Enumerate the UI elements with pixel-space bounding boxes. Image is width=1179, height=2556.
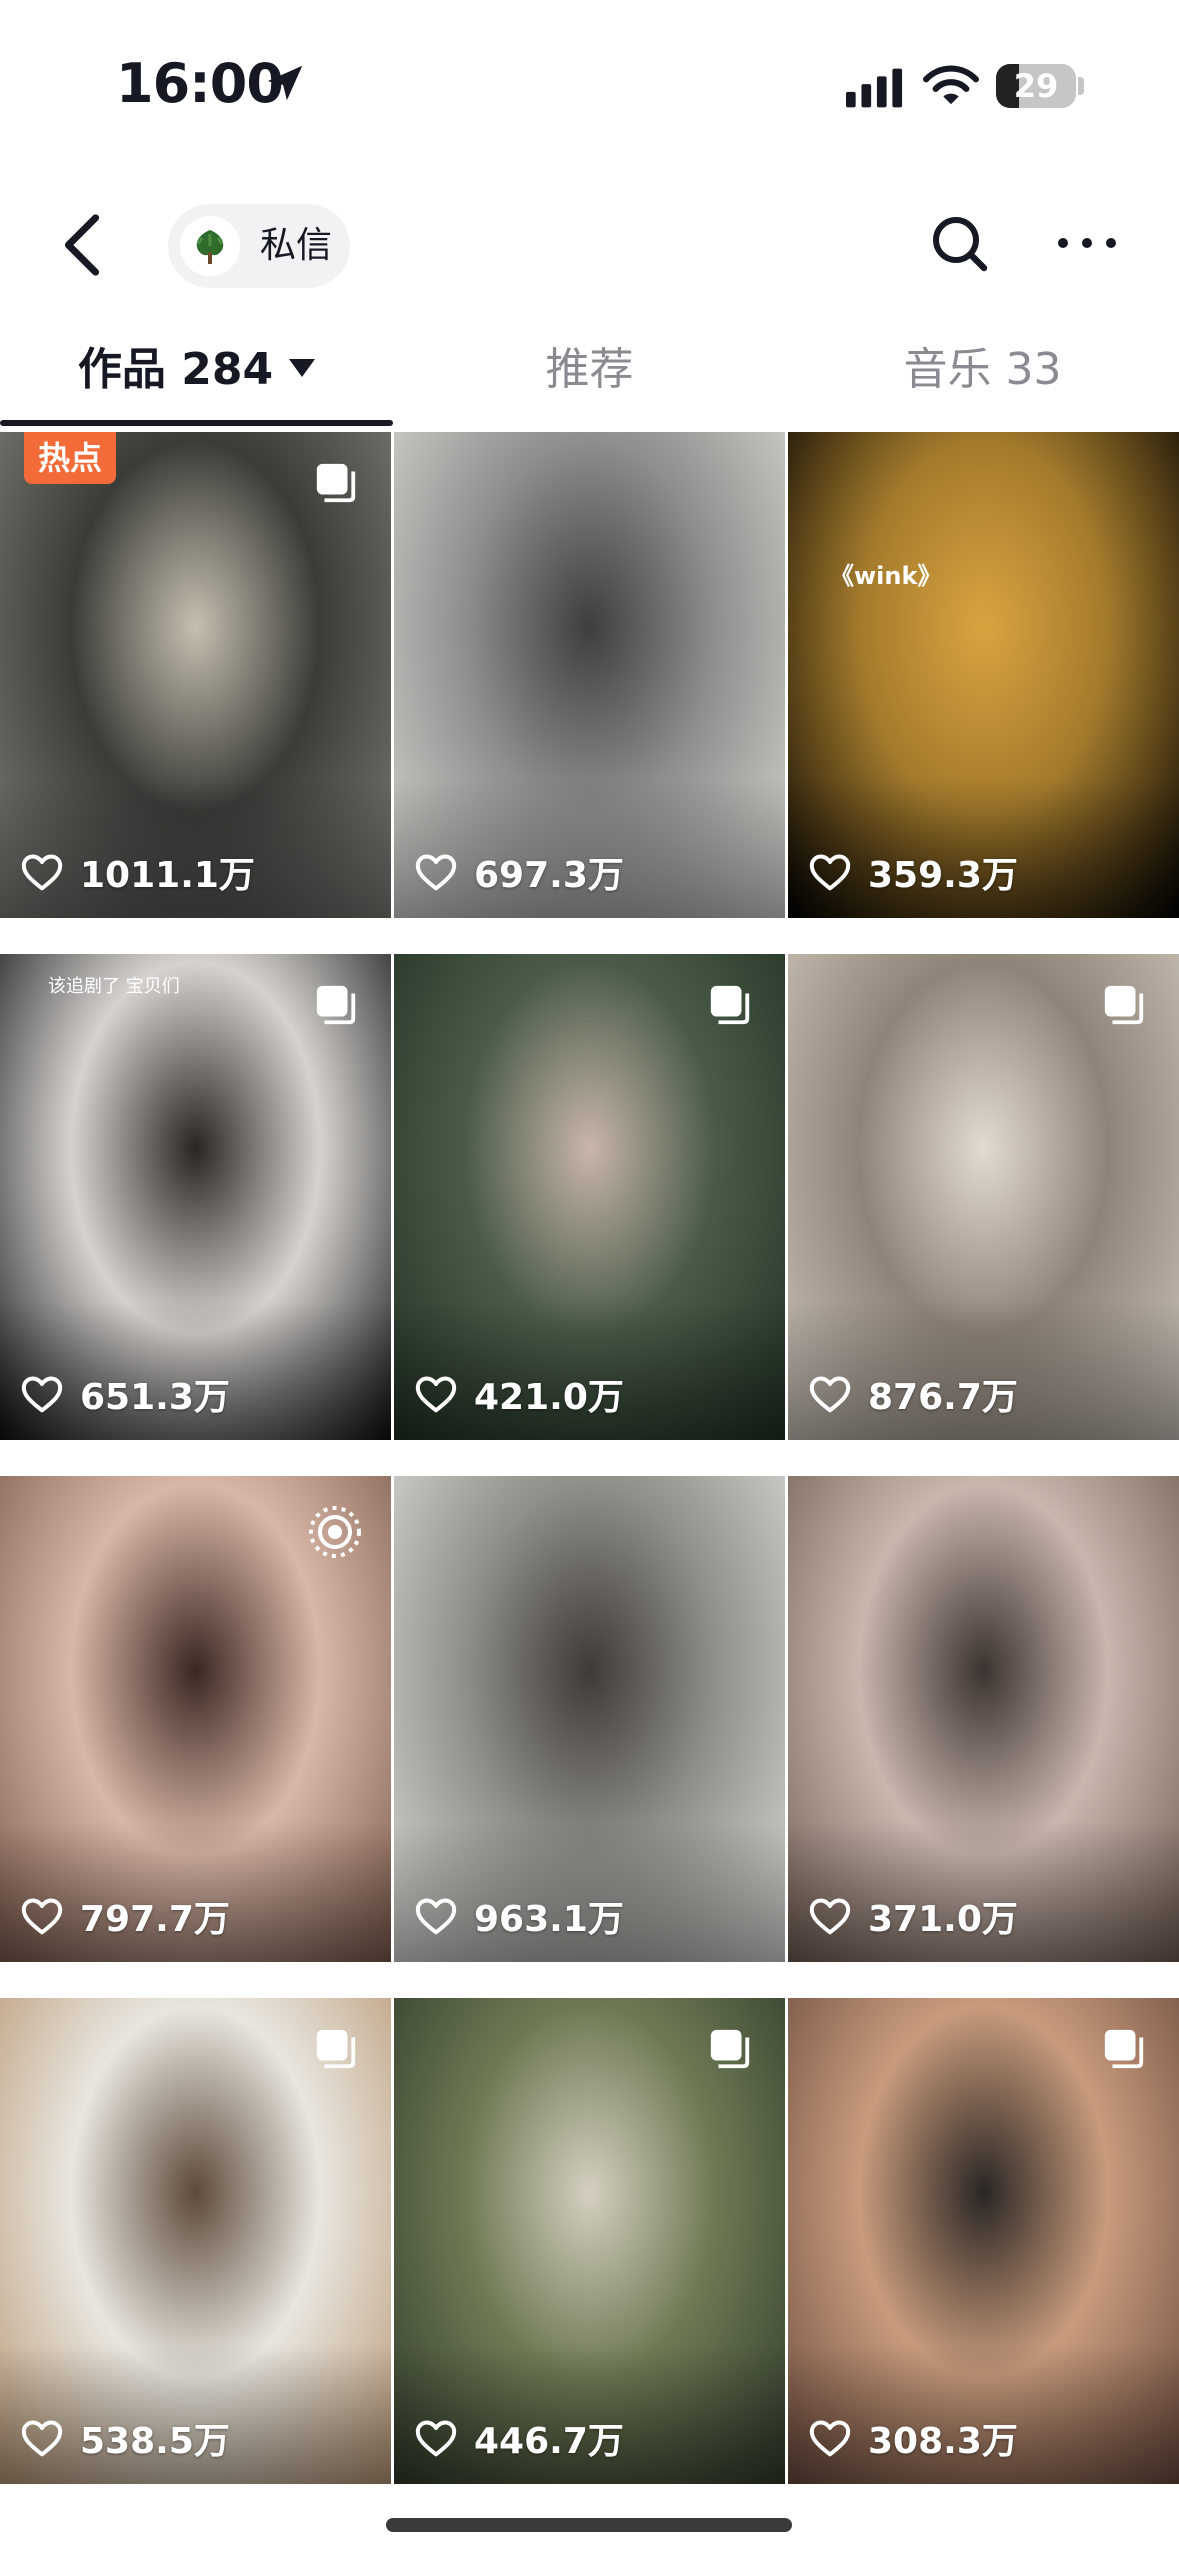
signal-icon	[846, 68, 903, 108]
video-tile[interactable]: 697.3万	[394, 432, 785, 918]
tile-caption: 该追剧了 宝贝们	[48, 976, 180, 997]
like-count-text: 963.1万	[474, 1899, 624, 1940]
video-tile[interactable]: 该追剧了 宝贝们 651.3万	[0, 954, 391, 1440]
heart-icon	[415, 1898, 457, 1935]
heart-icon	[415, 854, 457, 891]
like-count: 797.7万	[20, 1892, 230, 1940]
multi-image-icon	[1104, 985, 1144, 1025]
like-count-text: 797.7万	[80, 1899, 230, 1940]
caret-down-icon	[289, 359, 316, 377]
wifi-icon	[923, 65, 979, 105]
video-tile[interactable]: 446.7万	[394, 1998, 785, 2484]
like-count: 651.3万	[20, 1370, 230, 1418]
like-count: 1011.1万	[20, 848, 255, 896]
video-tile[interactable]: 《wink》 359.3万	[788, 432, 1179, 918]
like-count: 876.7万	[808, 1370, 1018, 1418]
multi-image-icon	[710, 2029, 750, 2069]
video-tile[interactable]: 797.7万	[0, 1476, 391, 1962]
like-count-text: 359.3万	[868, 855, 1018, 896]
live-photo-icon	[309, 1506, 361, 1558]
chevron-left-icon[interactable]	[54, 212, 110, 278]
multi-image-icon	[1104, 2029, 1144, 2069]
video-tile[interactable]: 308.3万	[788, 1998, 1179, 2484]
like-count: 697.3万	[414, 848, 624, 896]
video-tile[interactable]: 538.5万	[0, 1998, 391, 2484]
like-count: 446.7万	[414, 2414, 624, 2462]
more-icon[interactable]	[1054, 228, 1120, 258]
like-count-text: 371.0万	[868, 1899, 1018, 1940]
dm-label: 私信	[260, 225, 333, 266]
like-count-text: 651.3万	[80, 1377, 230, 1418]
video-tile[interactable]: 876.7万	[788, 954, 1179, 1440]
like-count: 308.3万	[808, 2414, 1018, 2462]
like-count: 538.5万	[20, 2414, 230, 2462]
battery-percent: 29	[1013, 67, 1059, 105]
direct-message-button[interactable]: 私信	[168, 204, 350, 288]
hot-badge: 热点	[24, 432, 116, 484]
like-count: 371.0万	[808, 1892, 1018, 1940]
tab-works[interactable]: 作品 284	[0, 320, 393, 420]
like-count-text: 697.3万	[474, 855, 624, 896]
heart-icon	[809, 2420, 851, 2457]
status-bar: 16:00 29	[0, 0, 1179, 170]
like-count-text: 421.0万	[474, 1377, 624, 1418]
tab-recommend[interactable]: 推荐	[393, 320, 786, 420]
video-tile[interactable]: 421.0万	[394, 954, 785, 1440]
heart-icon	[809, 854, 851, 891]
home-indicator	[386, 2518, 792, 2532]
video-tile[interactable]: 热点 1011.1万	[0, 432, 391, 918]
heart-icon	[21, 854, 63, 891]
heart-icon	[415, 2420, 457, 2457]
multi-image-icon	[316, 463, 356, 503]
heart-icon	[21, 2420, 63, 2457]
like-count: 963.1万	[414, 1892, 624, 1940]
multi-image-icon	[316, 2029, 356, 2069]
avatar	[180, 216, 240, 276]
search-icon[interactable]	[928, 212, 992, 276]
heart-icon	[809, 1376, 851, 1413]
video-tile[interactable]: 371.0万	[788, 1476, 1179, 1962]
battery-cap	[1078, 77, 1084, 95]
heart-icon	[415, 1376, 457, 1413]
status-time: 16:00	[116, 52, 284, 115]
video-tile[interactable]: 963.1万	[394, 1476, 785, 1962]
location-arrow-icon	[267, 65, 303, 101]
like-count-text: 308.3万	[868, 2421, 1018, 2462]
battery-icon: 29	[996, 64, 1076, 108]
heart-icon	[21, 1376, 63, 1413]
profile-tabs: 作品 284 推荐 音乐 33	[0, 320, 1179, 430]
profile-header: 私信	[0, 180, 1179, 310]
heart-icon	[21, 1898, 63, 1935]
like-count: 359.3万	[808, 848, 1018, 896]
multi-image-icon	[710, 985, 750, 1025]
like-count: 421.0万	[414, 1370, 624, 1418]
tab-music[interactable]: 音乐 33	[786, 320, 1179, 420]
like-count-text: 446.7万	[474, 2421, 624, 2462]
overlay-text: 《wink》	[830, 562, 942, 590]
like-count-text: 1011.1万	[80, 855, 255, 896]
multi-image-icon	[316, 985, 356, 1025]
like-count-text: 876.7万	[868, 1377, 1018, 1418]
tab-active-indicator	[0, 420, 393, 426]
heart-icon	[809, 1898, 851, 1935]
tab-works-label: 作品 284	[77, 344, 274, 395]
like-count-text: 538.5万	[80, 2421, 230, 2462]
